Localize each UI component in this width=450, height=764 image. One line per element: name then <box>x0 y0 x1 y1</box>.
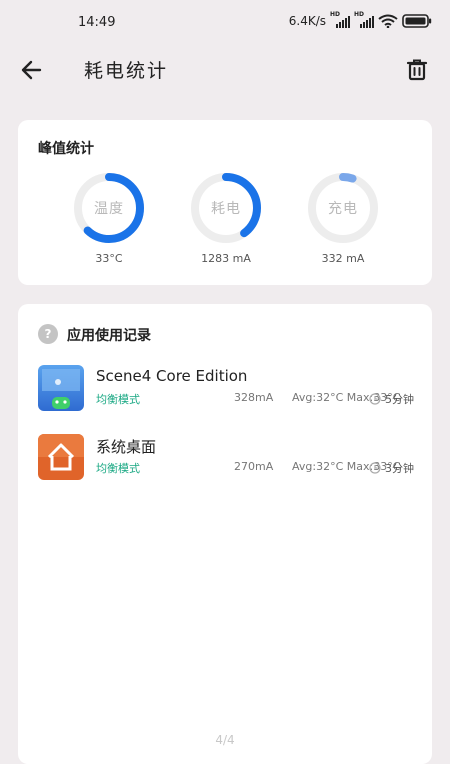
gauge-label: 充电 <box>328 201 358 217</box>
scene-app-icon <box>38 365 84 411</box>
usage-duration: 3分钟 <box>385 462 414 475</box>
app-meta: 均衡模式 270mA Avg:32°C Max:33°C <box>96 460 400 476</box>
list-item[interactable]: 系统桌面 均衡模式 270mA Avg:32°C Max:33°C 3分钟 <box>18 434 432 484</box>
clock-icon <box>369 462 381 474</box>
current-draw: 270mA <box>234 460 274 473</box>
network-speed: 6.4K/s <box>288 14 326 28</box>
charging-value: 332 mA <box>321 252 365 265</box>
usage-time: 3分钟 <box>369 460 414 476</box>
app-name: 系统桌面 <box>96 438 157 456</box>
delete-button[interactable] <box>402 55 432 85</box>
temperature-value: 33°C <box>95 252 123 265</box>
app-usage-card: ? 应用使用记录 Scene4 Core Edition 均衡模式 328mA … <box>18 304 432 764</box>
usage-time: 5分钟 <box>369 391 414 407</box>
battery-icon <box>402 14 432 28</box>
page-indicator: 4/4 <box>215 733 235 747</box>
power-mode: 均衡模式 <box>96 393 140 406</box>
charging-gauge: 充电 <box>305 170 381 246</box>
status-bar: 14:49 6.4K/s HD HD <box>0 0 450 44</box>
clock-icon <box>369 393 381 405</box>
back-button[interactable] <box>16 56 48 84</box>
gauge-label: 耗电 <box>211 201 241 217</box>
page-title: 耗电统计 <box>84 60 169 82</box>
status-time: 14:49 <box>78 15 116 30</box>
help-icon[interactable]: ? <box>38 324 58 344</box>
app-header: 耗电统计 <box>0 44 450 96</box>
status-icons: 6.4K/s HD HD <box>288 11 432 28</box>
power-mode: 均衡模式 <box>96 462 140 475</box>
current-draw: 328mA <box>234 391 274 404</box>
trash-icon <box>406 59 428 81</box>
peak-stats-card: 峰值统计 温度 33°C 耗电 1283 mA 充电 332 mA <box>18 120 432 285</box>
wifi-icon <box>378 14 398 28</box>
signal-sim2-icon: HD <box>354 11 374 28</box>
arrow-left-icon <box>21 60 42 80</box>
app-name: Scene4 Core Edition <box>96 367 248 385</box>
usage-duration: 5分钟 <box>385 393 414 406</box>
gauge-label: 温度 <box>94 201 124 217</box>
temperature-gauge: 温度 <box>71 170 147 246</box>
peak-stats-title: 峰值统计 <box>38 141 94 157</box>
app-meta: 均衡模式 328mA Avg:32°C Max:33°C <box>96 391 400 407</box>
power-draw-gauge: 耗电 <box>188 170 264 246</box>
home-launcher-icon <box>38 434 84 480</box>
app-usage-title: 应用使用记录 <box>67 328 151 344</box>
power-draw-value: 1283 mA <box>201 252 251 265</box>
signal-sim1-icon: HD <box>330 11 350 28</box>
list-item[interactable]: Scene4 Core Edition 均衡模式 328mA Avg:32°C … <box>18 365 432 415</box>
